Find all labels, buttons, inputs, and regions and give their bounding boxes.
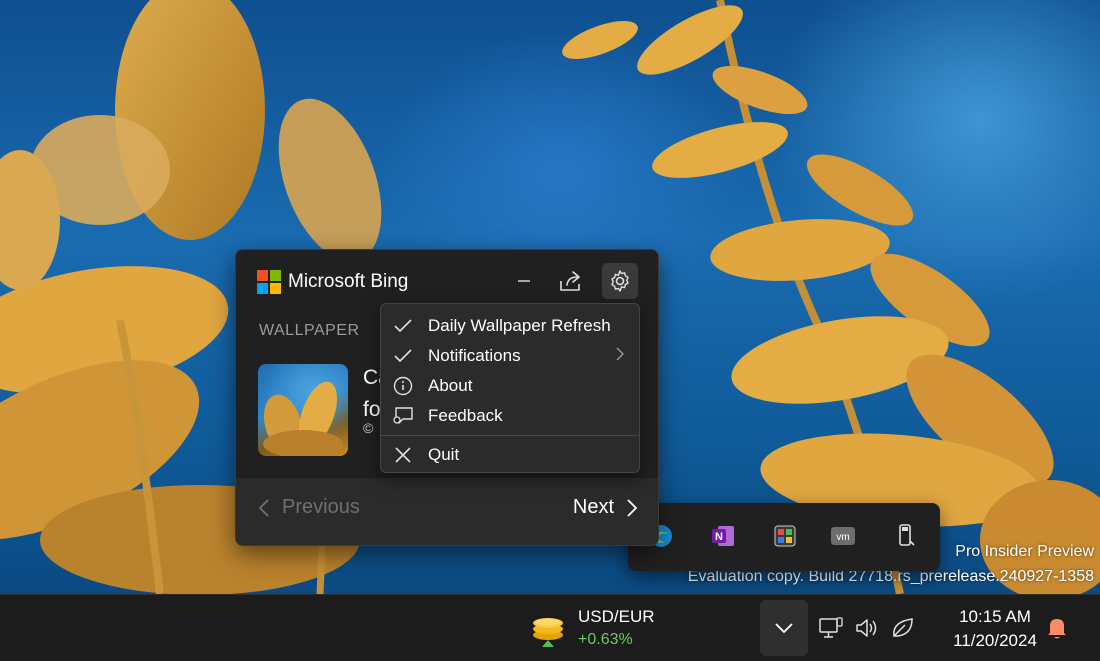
share-button[interactable] bbox=[553, 263, 589, 299]
wallpaper-thumbnail[interactable] bbox=[258, 364, 348, 456]
feedback-icon bbox=[392, 405, 414, 427]
chevron-down-icon bbox=[775, 623, 793, 633]
currency-widget-icon[interactable] bbox=[530, 609, 566, 649]
close-icon bbox=[392, 444, 414, 466]
wallpaper-title-line2: fo bbox=[363, 398, 381, 421]
menu-item-label: Daily Wallpaper Refresh bbox=[428, 316, 611, 335]
battery-saver-icon[interactable] bbox=[890, 615, 916, 641]
check-icon bbox=[392, 315, 414, 337]
clock-date[interactable]: 11/20/2024 bbox=[940, 631, 1050, 651]
settings-button[interactable] bbox=[602, 263, 638, 299]
network-icon[interactable] bbox=[818, 615, 844, 641]
menu-item-about[interactable]: About bbox=[381, 371, 639, 401]
volume-icon[interactable] bbox=[854, 615, 880, 641]
menu-item-label: Feedback bbox=[428, 406, 503, 425]
menu-item-feedback[interactable]: Feedback bbox=[381, 401, 639, 431]
info-icon bbox=[392, 375, 414, 397]
minimize-button[interactable] bbox=[506, 263, 542, 299]
chevron-right-icon bbox=[627, 498, 638, 517]
share-icon bbox=[560, 271, 580, 291]
widget-currency-pair[interactable]: USD/EUR bbox=[578, 607, 655, 627]
menu-item-label: Quit bbox=[428, 445, 460, 464]
usb-eject-icon[interactable] bbox=[890, 521, 920, 551]
menu-separator bbox=[381, 435, 639, 436]
settings-menu: Daily Wallpaper Refresh Notifications Ab… bbox=[380, 303, 640, 473]
menu-item-label: About bbox=[428, 376, 473, 395]
chevron-left-icon bbox=[258, 498, 269, 517]
thumbnail-image bbox=[263, 381, 343, 456]
minimize-icon bbox=[518, 280, 530, 282]
svg-text:vm: vm bbox=[836, 532, 849, 543]
microsoft-logo-icon bbox=[257, 270, 281, 294]
notification-bell-icon[interactable] bbox=[1045, 615, 1069, 641]
vmware-icon[interactable]: vm bbox=[828, 521, 858, 551]
clock-time[interactable]: 10:15 AM bbox=[940, 607, 1050, 627]
next-label: Next bbox=[572, 496, 614, 518]
menu-item-daily-wallpaper-refresh[interactable]: Daily Wallpaper Refresh bbox=[381, 311, 639, 341]
app-title: Microsoft Bing bbox=[288, 271, 409, 292]
svg-text:N: N bbox=[715, 531, 723, 543]
previous-button[interactable]: Previous bbox=[258, 496, 360, 519]
previous-label: Previous bbox=[282, 496, 360, 518]
flyout-footer: Previous Next bbox=[236, 478, 658, 545]
menu-item-notifications[interactable]: Notifications bbox=[381, 341, 639, 371]
gear-icon bbox=[611, 270, 629, 292]
check-icon bbox=[392, 345, 414, 367]
color-picker-icon[interactable] bbox=[770, 521, 800, 551]
menu-item-quit[interactable]: Quit bbox=[381, 440, 639, 470]
wallpaper-copyright: © bbox=[363, 420, 374, 436]
next-button[interactable]: Next bbox=[573, 496, 638, 519]
show-hidden-icons-button[interactable] bbox=[760, 600, 808, 656]
widget-currency-change: +0.63% bbox=[578, 631, 633, 648]
tray-overflow-flyout: N vm bbox=[628, 503, 940, 571]
menu-item-label: Notifications bbox=[428, 346, 521, 365]
watermark-edition: Pro Insider Preview bbox=[955, 543, 1094, 560]
chevron-right-icon bbox=[616, 347, 624, 366]
taskbar: USD/EUR +0.63% 10:15 AM 11/20/2024 bbox=[0, 594, 1100, 661]
onenote-icon[interactable]: N bbox=[708, 521, 738, 551]
section-label-wallpaper: WALLPAPER bbox=[259, 322, 360, 339]
